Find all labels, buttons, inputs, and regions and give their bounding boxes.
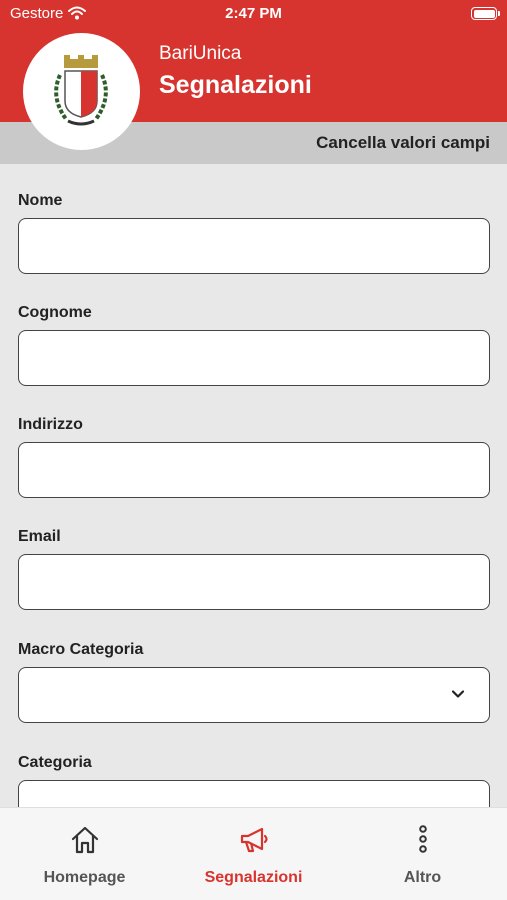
categoria-select[interactable]: [18, 780, 490, 807]
email-input[interactable]: [18, 554, 490, 610]
tab-altro[interactable]: Altro: [338, 808, 507, 900]
battery-icon: [471, 7, 500, 20]
tab-label-homepage: Homepage: [43, 869, 126, 886]
status-bar: Gestore 2:47 PM: [0, 0, 507, 28]
tab-homepage[interactable]: Homepage: [0, 808, 169, 900]
field-label-categoria: Categoria: [18, 754, 92, 771]
macro-categoria-select[interactable]: [18, 667, 490, 723]
tab-label-segnalazioni: Segnalazioni: [204, 869, 303, 886]
more-vertical-icon: [419, 825, 427, 853]
chevron-down-icon: [451, 690, 465, 698]
app-name: BariUnica: [159, 43, 242, 64]
field-label-indirizzo: Indirizzo: [18, 416, 83, 433]
megaphone-icon: [240, 827, 268, 853]
nome-input[interactable]: [18, 218, 490, 274]
page-title: Segnalazioni: [159, 71, 312, 99]
field-label-macro-categoria: Macro Categoria: [18, 641, 144, 658]
city-crest-logo: [23, 33, 140, 150]
cognome-input[interactable]: [18, 330, 490, 386]
indirizzo-input[interactable]: [18, 442, 490, 498]
tab-bar: Homepage Segnalazioni Altro: [0, 807, 507, 900]
status-time: 2:47 PM: [225, 5, 282, 22]
crest-icon: [54, 55, 108, 126]
tab-segnalazioni[interactable]: Segnalazioni: [169, 808, 338, 900]
tab-label-altro: Altro: [403, 869, 442, 886]
field-label-email: Email: [18, 528, 61, 545]
field-label-cognome: Cognome: [18, 304, 92, 321]
report-form: Nome Cognome Indirizzo Email Macro Categ…: [0, 164, 507, 807]
clear-fields-button[interactable]: Cancella valori campi: [316, 133, 490, 153]
home-icon: [71, 826, 99, 854]
field-label-nome: Nome: [18, 192, 63, 209]
